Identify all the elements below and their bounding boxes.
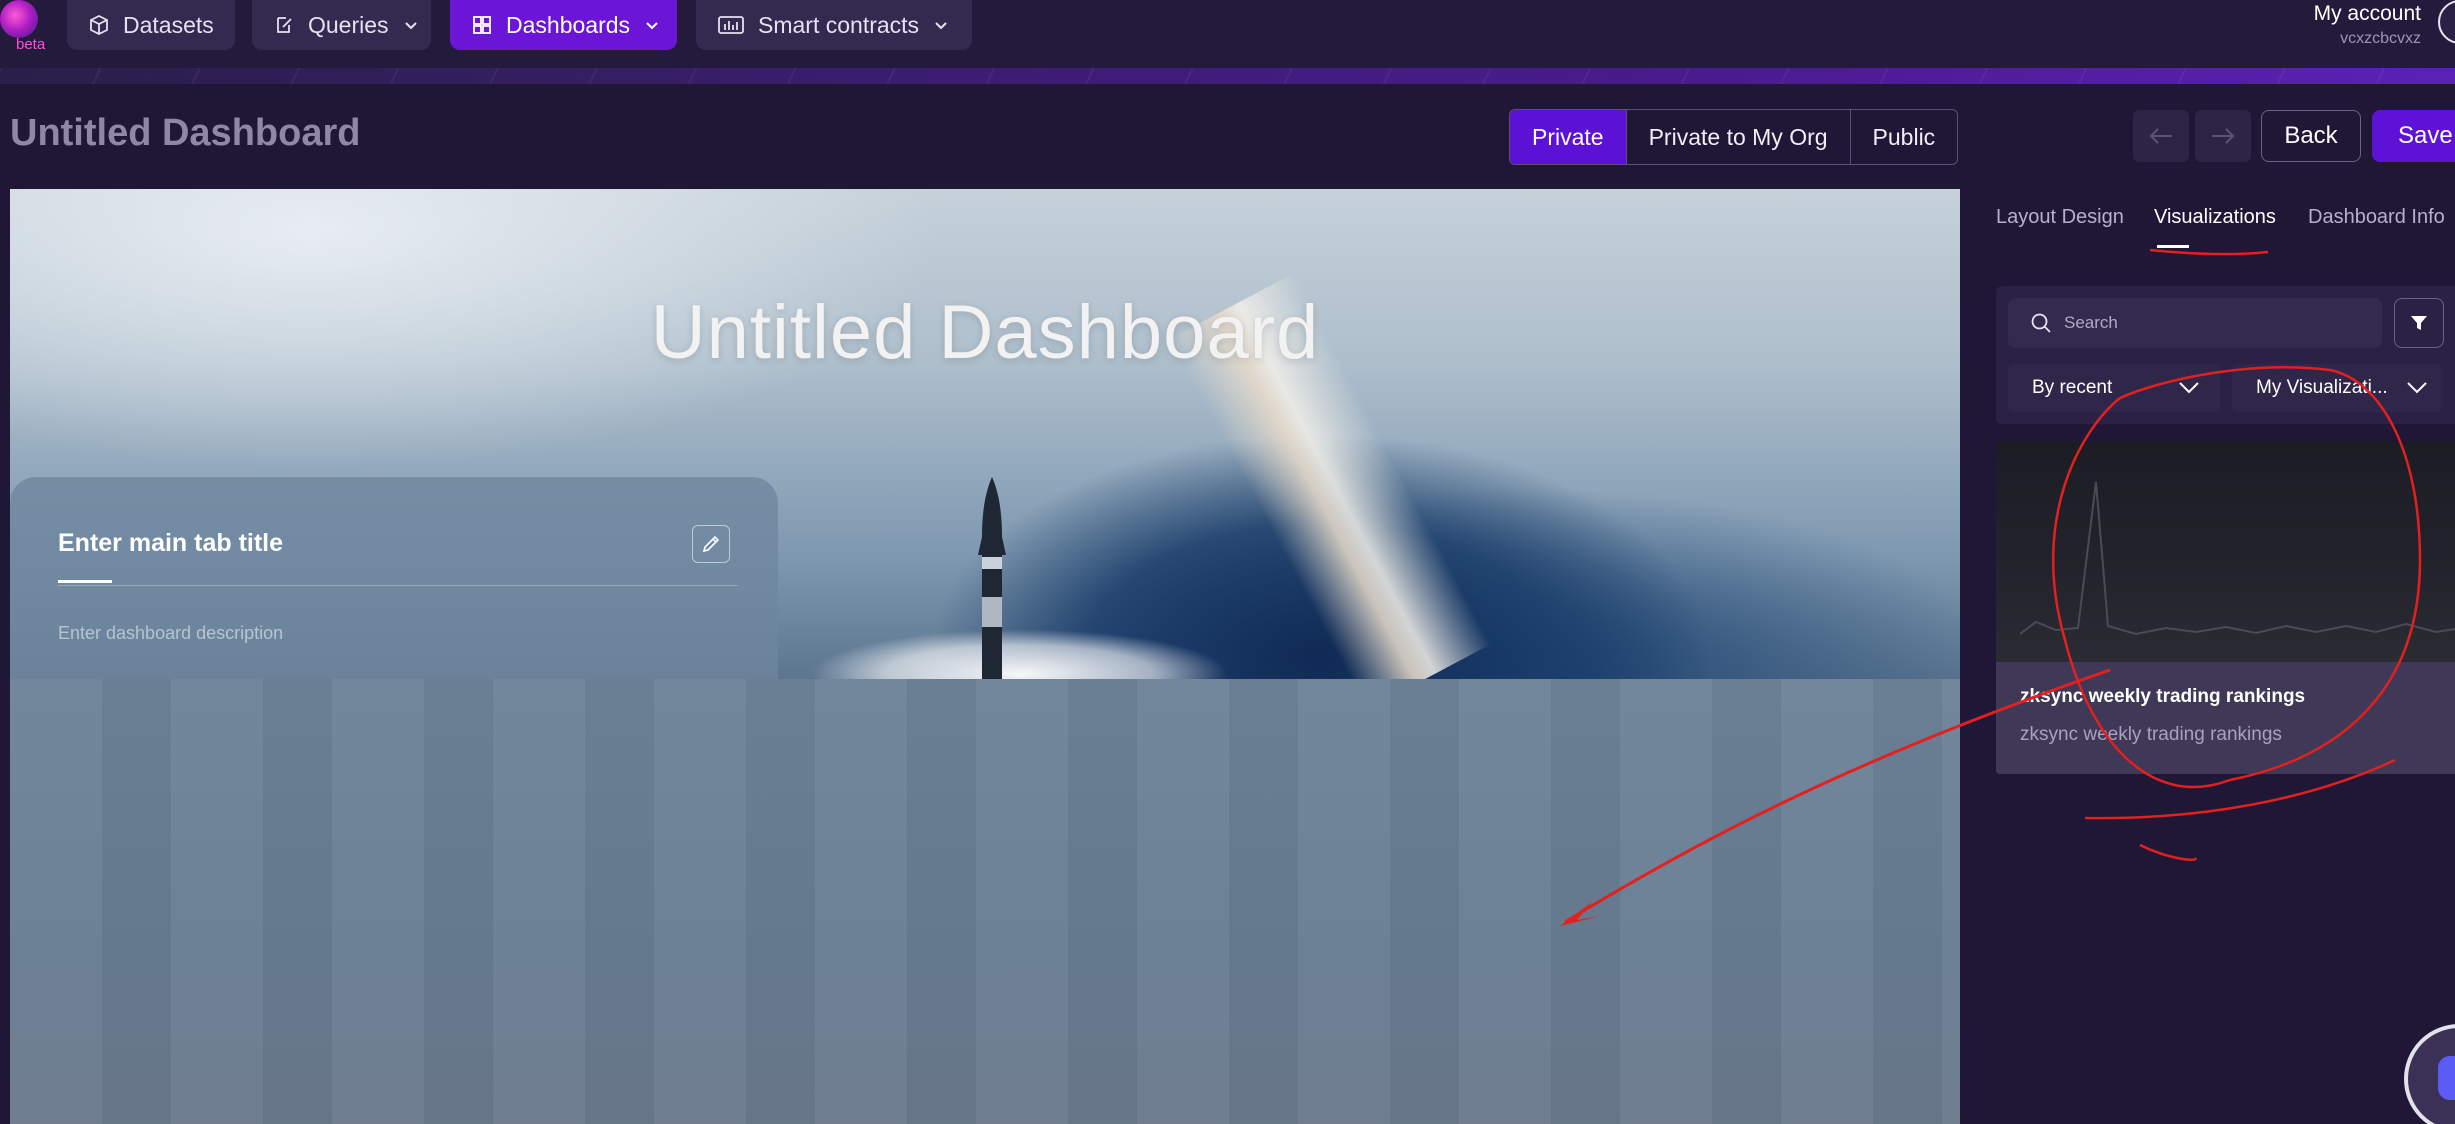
sort-select-value: By recent xyxy=(2032,377,2113,398)
visualization-search[interactable] xyxy=(2008,298,2382,348)
save-button[interactable]: Save xyxy=(2372,110,2455,162)
privacy-toggle: Private Private to My Org Public xyxy=(1509,109,1959,165)
chevron-down-icon xyxy=(404,22,417,30)
assistant-bot-button[interactable] xyxy=(2404,1024,2455,1124)
edit-tab-button[interactable] xyxy=(692,525,730,563)
redo-button[interactable] xyxy=(2195,110,2251,162)
tab-layout-design[interactable]: Layout Design xyxy=(1996,206,2124,229)
logo-icon xyxy=(0,0,38,38)
robot-icon xyxy=(2438,1056,2455,1100)
search-input[interactable] xyxy=(2064,313,2364,333)
header-banner-stripe xyxy=(0,68,2455,84)
nav-queries-label: Queries xyxy=(308,11,389,38)
bar-chart-icon xyxy=(718,16,744,34)
chevron-down-icon xyxy=(646,22,658,30)
tab-visualizations[interactable]: Visualizations xyxy=(2154,206,2276,229)
edit-doc-icon xyxy=(277,17,292,33)
app-logo[interactable]: beta xyxy=(0,0,46,53)
privacy-public-option[interactable]: Public xyxy=(1849,110,1958,164)
back-button[interactable]: Back xyxy=(2261,110,2361,162)
arrow-left-icon xyxy=(2149,128,2172,144)
nav-smart-contracts-label: Smart contracts xyxy=(758,11,920,38)
visualization-card-info: zksync weekly trading rankings zksync we… xyxy=(1996,662,2455,774)
account-label: My account xyxy=(2313,2,2421,25)
chevron-down-icon xyxy=(935,22,947,30)
active-panel-tab-underline xyxy=(2157,245,2189,248)
rocket-image xyxy=(978,477,1006,687)
dashboard-canvas: Untitled Dashboard Enter main tab title … xyxy=(10,189,1960,1124)
avatar[interactable] xyxy=(2438,0,2455,44)
cube-icon xyxy=(90,15,108,35)
account-username: vcxzcbcvxz xyxy=(2340,30,2421,47)
undo-button[interactable] xyxy=(2133,110,2189,162)
nav-dashboards-button[interactable]: Dashboards xyxy=(450,0,677,50)
scope-select-value: My Visualizati... xyxy=(2256,377,2388,398)
beta-badge: beta xyxy=(16,36,46,53)
visualization-card[interactable]: zksync weekly trading rankings zksync we… xyxy=(1996,442,2455,774)
main-tab-card: Enter main tab title xyxy=(10,477,778,679)
chevron-down-icon xyxy=(2407,382,2427,394)
nav-smart-contracts-button[interactable]: Smart contracts xyxy=(696,0,972,50)
pencil-icon xyxy=(702,535,720,553)
tab-divider xyxy=(58,585,738,586)
tab-dashboard-info[interactable]: Dashboard Info xyxy=(2308,206,2445,229)
active-tab-underline xyxy=(58,580,112,583)
dashboard-grid-area[interactable] xyxy=(10,679,1960,1124)
visualization-card-title: zksync weekly trading rankings xyxy=(2020,686,2306,707)
account-menu[interactable]: My account vcxzcbcvxz xyxy=(2314,2,2421,48)
annotation-underline xyxy=(2149,248,2269,256)
privacy-private-option[interactable]: Private xyxy=(1510,110,1626,164)
main-tab-title-input[interactable]: Enter main tab title xyxy=(58,529,283,558)
nav-datasets-button[interactable]: Datasets xyxy=(67,0,235,50)
visualization-thumbnail xyxy=(1996,442,2455,662)
nav-datasets-label: Datasets xyxy=(123,11,214,38)
nav-queries-button[interactable]: Queries xyxy=(252,0,431,50)
nav-dashboards-label: Dashboards xyxy=(506,11,631,38)
top-navigation: beta Datasets Queries Dashboards Smart c… xyxy=(0,0,2455,68)
filter-button[interactable] xyxy=(2394,298,2444,348)
search-icon xyxy=(2031,313,2051,333)
chevron-down-icon xyxy=(2179,382,2199,394)
arrow-right-icon xyxy=(2212,128,2235,144)
page-title[interactable]: Untitled Dashboard xyxy=(10,112,360,155)
funnel-icon xyxy=(2411,316,2427,330)
visualization-card-subtitle: zksync weekly trading rankings xyxy=(2020,724,2282,745)
dashboard-description-input[interactable]: Enter dashboard description xyxy=(58,623,283,644)
scope-select[interactable]: My Visualizati... xyxy=(2232,364,2442,412)
sort-select[interactable]: By recent xyxy=(2008,364,2220,412)
dashboard-hero-title[interactable]: Untitled Dashboard xyxy=(10,289,1960,376)
privacy-org-option[interactable]: Private to My Org xyxy=(1625,110,1850,164)
grid-icon xyxy=(473,16,491,34)
